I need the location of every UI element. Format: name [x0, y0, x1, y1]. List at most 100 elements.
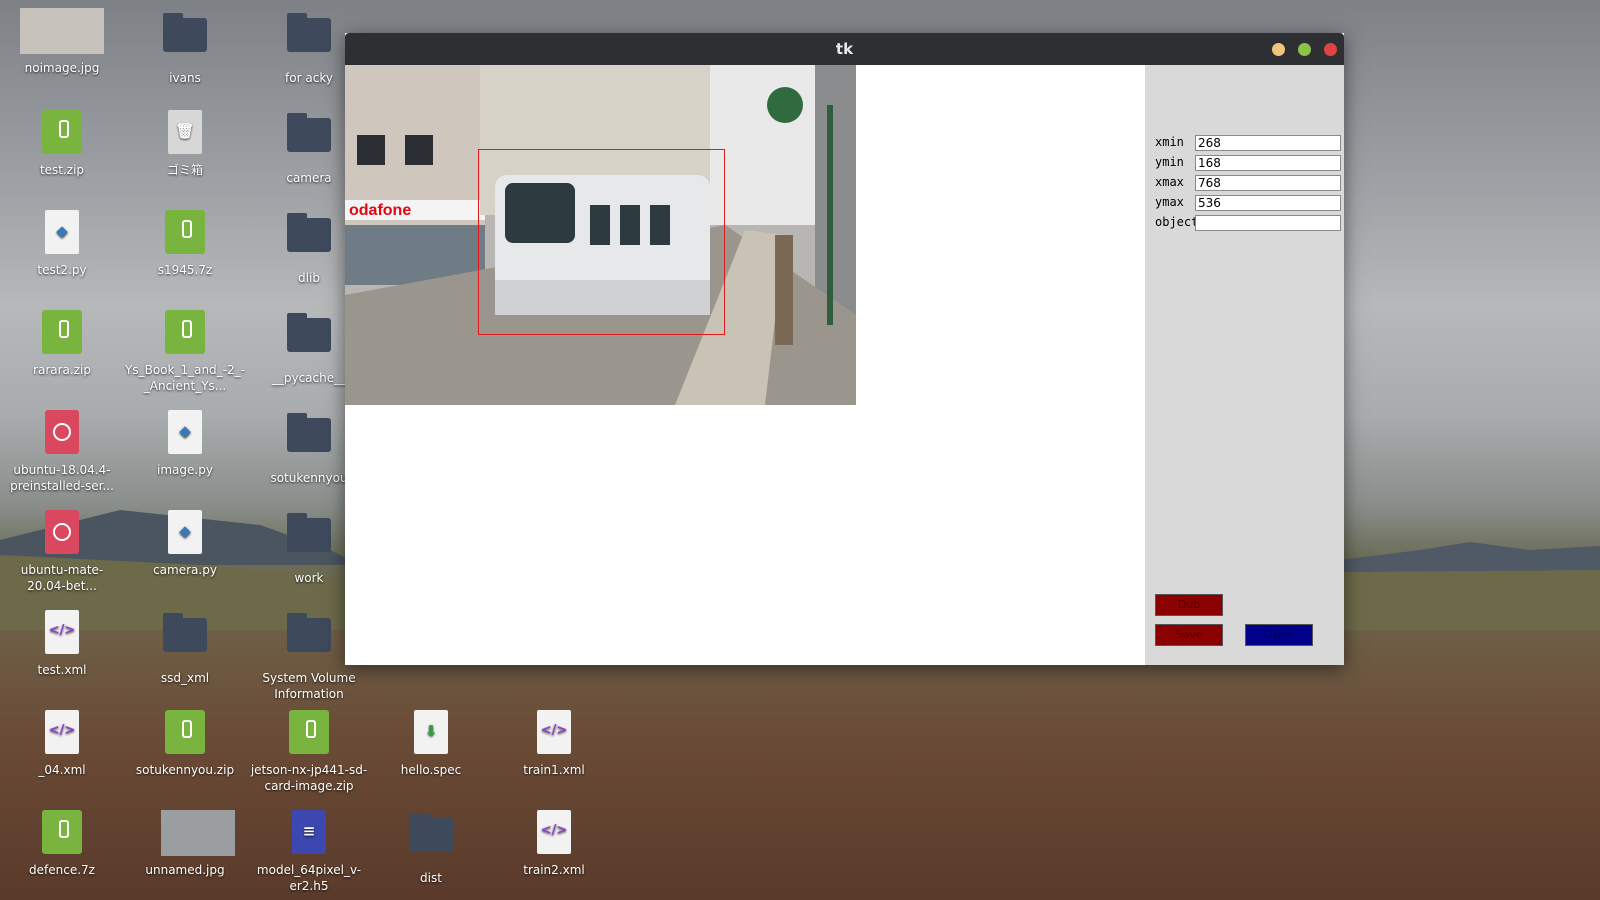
desktop-icon[interactable]: ⬇ hello.spec — [371, 708, 491, 778]
open-button[interactable]: Open — [1245, 624, 1313, 646]
desktop-icon[interactable]: </> _04.xml — [2, 708, 122, 778]
desktop-icon[interactable]: ≡ model_64pixel_v-er2.h5 — [249, 808, 369, 894]
desktop-icon[interactable]: ssd_xml — [125, 608, 245, 686]
python-file-icon: ◆ — [161, 510, 209, 558]
folder-icon — [161, 13, 209, 66]
desktop-icon-label: test.xml — [37, 663, 87, 677]
desktop-icon[interactable]: ◆ image.py — [125, 408, 245, 478]
desktop-icon-label: ubuntu-18.04.4-preinstalled-ser... — [10, 463, 114, 493]
trash-icon: 🗑 — [161, 110, 209, 158]
desktop-icon[interactable]: ubuntu-18.04.4-preinstalled-ser... — [2, 408, 122, 494]
desktop-icon[interactable]: test.zip — [2, 108, 122, 178]
image-file-icon — [20, 8, 104, 56]
desktop-icon[interactable]: rarara.zip — [2, 308, 122, 378]
ymax-field[interactable]: 536 — [1195, 195, 1341, 211]
folder-icon — [161, 613, 209, 666]
desktop-icon-label: camera.py — [153, 563, 217, 577]
archive-icon — [285, 710, 333, 758]
window-title: tk — [835, 40, 854, 58]
desktop-icon[interactable]: sotukennyou.zip — [125, 708, 245, 778]
document-file-icon: ≡ — [285, 810, 333, 858]
ymax-label: ymax — [1155, 195, 1184, 209]
archive-icon — [161, 710, 209, 758]
archive-icon — [161, 310, 209, 358]
object-field[interactable] — [1195, 215, 1341, 231]
desktop-icon-label: sotukennyou.zip — [135, 763, 235, 777]
xmax-field[interactable]: 768 — [1195, 175, 1341, 191]
desktop-icon[interactable]: ubuntu-mate-20.04-bet... — [2, 508, 122, 594]
desktop-icon[interactable]: </> train1.xml — [494, 708, 614, 778]
folder-icon — [285, 13, 333, 66]
desktop-icon[interactable]: </> test.xml — [2, 608, 122, 678]
save-button[interactable]: Save — [1155, 624, 1223, 646]
desktop-icon[interactable]: ivans — [125, 8, 245, 86]
svg-text:odafone: odafone — [349, 202, 411, 219]
desktop-icon[interactable]: dist — [371, 808, 491, 886]
desktop-icon[interactable]: noimage.jpg — [2, 8, 122, 76]
ymin-field[interactable]: 168 — [1195, 155, 1341, 171]
xml-file-icon: </> — [38, 710, 86, 758]
image-canvas[interactable]: odafone — [345, 65, 1145, 665]
maximize-button[interactable] — [1298, 43, 1311, 56]
object-label: object — [1155, 215, 1199, 229]
desktop-icon[interactable]: ◆ camera.py — [125, 508, 245, 578]
object-row: object — [1155, 215, 1341, 231]
desktop-icon-label: rarara.zip — [33, 363, 91, 377]
desktop-icon-label: train2.xml — [523, 863, 585, 877]
desktop-icon-label: Ys_Book_1_and_-2_-_Ancient_Ys... — [125, 363, 245, 393]
desktop-icon-label: System Volume Information — [262, 671, 356, 701]
folder-icon — [285, 213, 333, 266]
folder-icon — [285, 313, 333, 366]
xml-file-icon: </> — [530, 710, 578, 758]
desktop-icon-label: defence.7z — [29, 863, 95, 877]
xmin-label: xmin — [1155, 135, 1184, 149]
desktop-icon[interactable]: jetson-nx-jp441-sd-card-image.zip — [249, 708, 369, 794]
bounding-box[interactable] — [478, 149, 725, 335]
desktop-icon-label: jetson-nx-jp441-sd-card-image.zip — [250, 763, 368, 793]
image-file-icon — [161, 810, 235, 858]
close-button[interactable] — [1324, 43, 1337, 56]
minimize-button[interactable] — [1272, 43, 1285, 56]
desktop-icon-label: hello.spec — [400, 763, 462, 777]
desktop-icon-label: train1.xml — [523, 763, 585, 777]
desktop-icon-label: test.zip — [39, 163, 85, 177]
xml-file-icon: </> — [38, 610, 86, 658]
desktop-icon-label: ubuntu-mate-20.04-bet... — [20, 563, 104, 593]
tk-window: tk odafone xmin 268 ymin 168 xmax 768 ym… — [345, 33, 1344, 665]
desktop-icon[interactable]: ◆ test2.py — [2, 208, 122, 278]
download-file-icon: ⬇ — [407, 710, 455, 758]
desktop-icon-label: ssd_xml — [160, 671, 210, 685]
folder-icon — [285, 613, 333, 666]
desktop-icon-label: ゴミ箱 — [166, 163, 203, 177]
desktop-icon[interactable]: s1945.7z — [125, 208, 245, 278]
desktop-icon-label: image.py — [157, 463, 213, 477]
disc-image-icon — [38, 410, 86, 458]
street-tram-photo: odafone — [345, 65, 856, 405]
xmin-row: xmin 268 — [1155, 135, 1341, 151]
desktop-icon-label: model_64pixel_v-er2.h5 — [256, 863, 362, 893]
ymin-label: ymin — [1155, 155, 1184, 169]
desktop-icon[interactable]: unnamed.jpg — [125, 808, 245, 878]
desktop-icon-label: test2.py — [37, 263, 87, 277]
archive-icon — [38, 810, 86, 858]
xmax-label: xmax — [1155, 175, 1184, 189]
desktop-icon-label: noimage.jpg — [24, 61, 100, 75]
desktop-icon-label: ivans — [169, 71, 201, 85]
xmax-row: xmax 768 — [1155, 175, 1341, 191]
xmin-field[interactable]: 268 — [1195, 135, 1341, 151]
window-titlebar[interactable]: tk — [345, 33, 1344, 65]
dub-button[interactable]: Dub — [1155, 594, 1223, 616]
desktop-icon[interactable]: Ys_Book_1_and_-2_-_Ancient_Ys... — [125, 308, 245, 394]
xml-file-icon: </> — [530, 810, 578, 858]
ymin-row: ymin 168 — [1155, 155, 1341, 171]
folder-icon — [285, 413, 333, 466]
desktop-icon[interactable]: 🗑 ゴミ箱 — [125, 108, 245, 178]
python-file-icon: ◆ — [161, 410, 209, 458]
annotation-panel: xmin 268 ymin 168 xmax 768 ymax 536 obje… — [1145, 65, 1344, 665]
desktop-icon[interactable]: </> train2.xml — [494, 808, 614, 878]
disc-image-icon — [38, 510, 86, 558]
folder-icon — [285, 113, 333, 166]
ymax-row: ymax 536 — [1155, 195, 1341, 211]
desktop-icon-label: dist — [420, 871, 442, 885]
desktop-icon[interactable]: defence.7z — [2, 808, 122, 878]
